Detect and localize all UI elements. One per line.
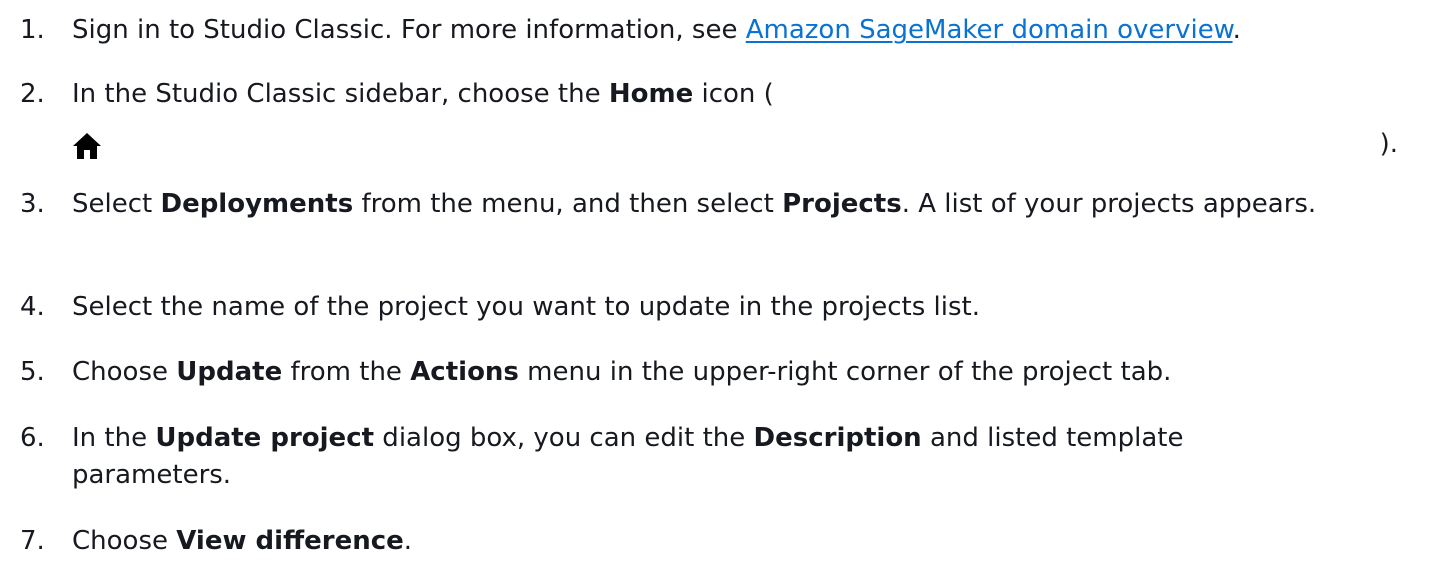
step-text-post: . xyxy=(1232,15,1241,45)
step-text: Sign in to Studio Classic. For more info… xyxy=(72,12,1400,49)
step-text-mid: from the menu, and then select xyxy=(353,189,783,219)
step-text: In the Studio Classic sidebar, choose th… xyxy=(72,76,1400,113)
home-icon xyxy=(72,132,102,160)
procedure-steps: 1. Sign in to Studio Classic. For more i… xyxy=(0,0,1434,582)
deployments-term: Deployments xyxy=(160,189,354,219)
update-project-term: Update project xyxy=(155,423,375,453)
step-number: 7. xyxy=(20,526,45,556)
step-text: Choose View difference. xyxy=(72,523,1400,560)
step-text-pre: In the xyxy=(72,423,156,453)
step-number: 4. xyxy=(20,292,45,322)
step-text-mid: from the xyxy=(282,357,411,387)
domain-overview-link[interactable]: Amazon SageMaker domain overview xyxy=(746,15,1233,45)
step-text-pre: Sign in to Studio Classic. For more info… xyxy=(72,15,746,45)
closing-parenthesis: ). xyxy=(1379,129,1398,159)
step-text-post: . xyxy=(403,526,413,556)
step-number: 6. xyxy=(20,423,45,453)
step-text-post: menu in the upper-right corner of the pr… xyxy=(518,357,1172,387)
step-number: 5. xyxy=(20,357,45,387)
step-text-mid: dialog box, you can edit the xyxy=(374,423,754,453)
step-number: 3. xyxy=(20,189,45,219)
step-text-post: icon ( xyxy=(693,79,774,109)
step-text-pre: Select xyxy=(72,189,161,219)
update-term: Update xyxy=(176,357,283,387)
view-difference-term: View difference xyxy=(176,526,404,556)
home-term: Home xyxy=(608,79,694,109)
step-number: 2. xyxy=(20,79,45,109)
actions-term: Actions xyxy=(410,357,519,387)
projects-term: Projects xyxy=(782,189,902,219)
step-text-pre: Choose xyxy=(72,526,177,556)
step-text-pre: Choose xyxy=(72,357,177,387)
step-text-pre: In the Studio Classic sidebar, choose th… xyxy=(72,79,609,109)
step-text: In the Update project dialog box, you ca… xyxy=(72,420,1332,494)
step-text: Select Deployments from the menu, and th… xyxy=(72,186,1332,223)
step-number: 1. xyxy=(20,15,45,45)
step-text: Choose Update from the Actions menu in t… xyxy=(72,354,1400,391)
step-text-post: . A list of your projects appears. xyxy=(901,189,1317,219)
description-term: Description xyxy=(753,423,922,453)
home-icon-line: ). xyxy=(72,126,1398,166)
step-text: Select the name of the project you want … xyxy=(72,292,980,322)
